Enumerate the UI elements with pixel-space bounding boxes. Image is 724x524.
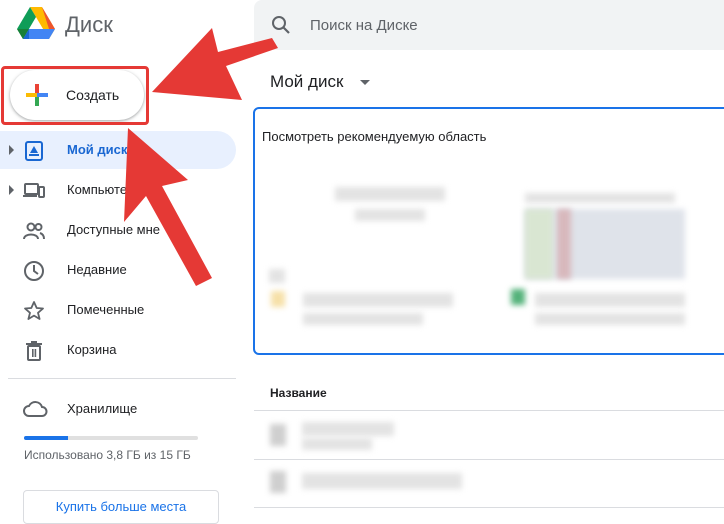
blurred-content (303, 313, 423, 325)
blurred-content (335, 187, 445, 201)
blurred-content (535, 313, 685, 325)
cloud-icon (23, 401, 48, 417)
blurred-content (302, 438, 372, 450)
sidebar-item-shared-with-me[interactable]: Доступные мне (0, 211, 236, 249)
search-box[interactable]: Поиск на Диске (254, 0, 724, 50)
blurred-content (303, 293, 453, 307)
expand-caret-icon[interactable] (9, 185, 14, 195)
annotation-highlight-box (1, 66, 149, 125)
recent-icon (24, 261, 44, 281)
suggested-file-card[interactable] (269, 169, 469, 349)
list-item[interactable] (254, 461, 724, 506)
blurred-content (270, 471, 286, 493)
list-divider (254, 507, 724, 508)
suggested-files-panel[interactable]: Посмотреть рекомендуемую область (253, 107, 724, 355)
list-item[interactable] (254, 412, 724, 458)
sidebar-item-label: Корзина (67, 342, 117, 357)
buy-storage-button[interactable]: Купить больше места (23, 490, 219, 524)
suggested-files-title: Посмотреть рекомендуемую область (262, 129, 487, 144)
page-title[interactable]: Мой диск (270, 72, 343, 92)
list-divider (254, 459, 724, 460)
blurred-content (302, 422, 394, 436)
app-name: Диск (65, 12, 113, 37)
expand-caret-icon[interactable] (9, 145, 14, 155)
my-drive-icon (25, 141, 43, 161)
sidebar-item-label: Мой диск (67, 142, 128, 157)
sidebar-divider (8, 378, 236, 379)
sidebar-item-label: Доступные мне (67, 222, 161, 237)
blurred-content (511, 289, 525, 305)
sidebar-item-label: Помеченные (67, 302, 145, 317)
blurred-content (302, 473, 462, 489)
storage-usage-fill (24, 436, 68, 440)
blurred-content (355, 209, 425, 221)
column-header-name[interactable]: Название (270, 386, 327, 400)
list-divider (254, 410, 724, 411)
blurred-content (535, 293, 685, 307)
suggested-file-card[interactable] (495, 169, 724, 349)
sidebar-item-label: Недавние (67, 262, 127, 277)
starred-icon (24, 301, 44, 320)
storage-usage-text: Использовано 3,8 ГБ из 15 ГБ (24, 448, 191, 462)
storage-usage-bar (24, 436, 198, 440)
blurred-content (525, 209, 553, 279)
blurred-content (525, 193, 675, 203)
shared-with-me-icon (23, 222, 45, 240)
sidebar-item-my-drive[interactable]: Мой диск (0, 131, 236, 169)
blurred-content (269, 269, 285, 283)
search-input[interactable]: Поиск на Диске (310, 17, 418, 34)
sidebar-item-starred[interactable]: Помеченные (0, 291, 236, 329)
sidebar-item-label: Компьютеры (67, 182, 144, 197)
sidebar-item-recent[interactable]: Недавние (0, 251, 236, 289)
search-icon[interactable] (271, 15, 291, 35)
google-drive-logo-icon (17, 7, 55, 39)
sidebar-item-computers[interactable]: Компьютеры (0, 171, 236, 209)
sidebar-item-trash[interactable]: Корзина (0, 331, 236, 369)
blurred-content (557, 209, 571, 279)
blurred-content (270, 424, 286, 446)
storage-title: Хранилище (67, 401, 138, 416)
chevron-down-icon[interactable] (360, 80, 370, 85)
trash-icon (26, 341, 42, 361)
computers-icon (23, 183, 45, 198)
blurred-content (271, 291, 285, 307)
